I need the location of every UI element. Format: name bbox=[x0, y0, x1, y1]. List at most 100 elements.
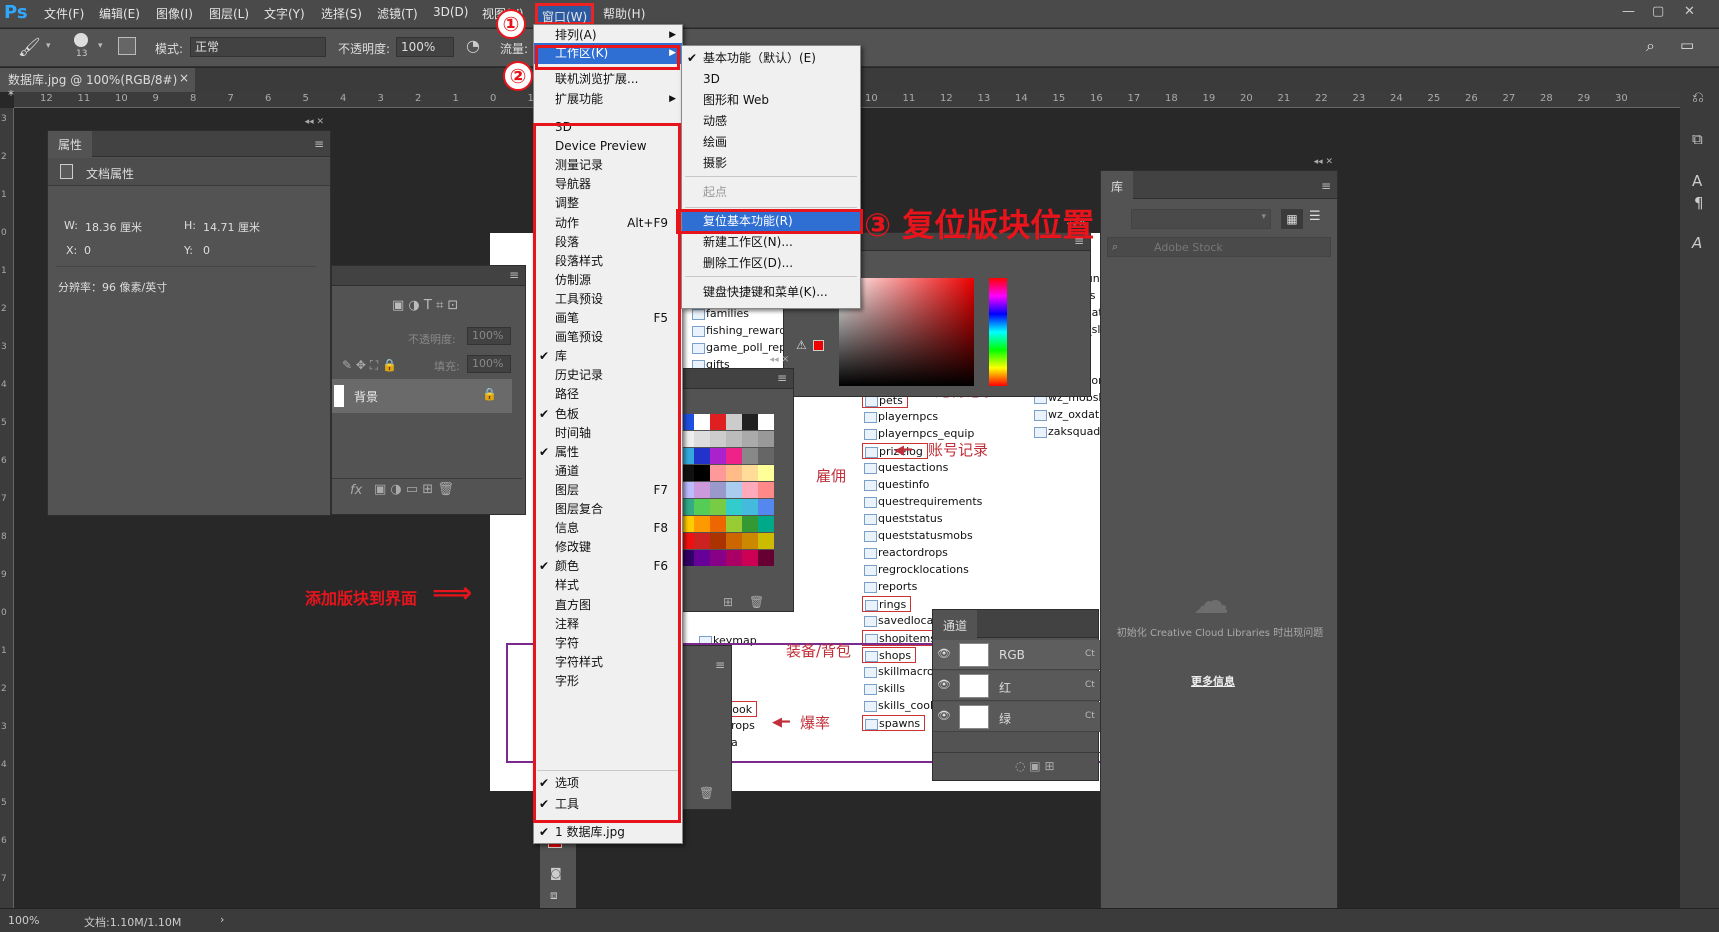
menu-layer[interactable]: 图层(L) bbox=[209, 5, 249, 22]
close-icon[interactable]: ✕ bbox=[1684, 4, 1695, 19]
menu-type[interactable]: 文字(Y) bbox=[264, 5, 305, 22]
swatch[interactable] bbox=[694, 533, 710, 549]
history-icon[interactable]: ⎌ bbox=[1692, 88, 1704, 106]
menu-3d[interactable]: 3D(D) bbox=[433, 5, 468, 19]
swatch[interactable] bbox=[742, 482, 758, 498]
menu-edit[interactable]: 编辑(E) bbox=[99, 5, 140, 22]
lock-icons[interactable]: ✎ ✥ ⛶ 🔒 bbox=[342, 358, 397, 373]
swatch[interactable] bbox=[758, 465, 774, 481]
zoom-level[interactable]: 100% bbox=[8, 914, 39, 927]
swatch[interactable] bbox=[694, 431, 710, 447]
swatch[interactable] bbox=[694, 499, 710, 515]
swatch[interactable] bbox=[742, 448, 758, 464]
menu-item-panel[interactable]: Device Preview bbox=[534, 136, 682, 157]
menu-item-panel[interactable]: 时间轴 bbox=[534, 423, 682, 444]
channel-row[interactable]: 👁 绿 Ct bbox=[933, 702, 1100, 732]
status-menu-arrow[interactable]: › bbox=[220, 913, 224, 926]
swatch[interactable] bbox=[726, 499, 742, 515]
document-tab[interactable]: 数据库.jpg @ 100%(RGB/8#) * × bbox=[0, 68, 195, 102]
menu-item-panel[interactable]: 测量记录 bbox=[534, 155, 682, 176]
minimize-icon[interactable]: — bbox=[1622, 4, 1635, 19]
swatch[interactable] bbox=[742, 550, 758, 566]
swatch[interactable] bbox=[726, 482, 742, 498]
menu-help[interactable]: 帮助(H) bbox=[603, 5, 645, 22]
menu-item-panel[interactable]: ✔ 颜色 F6 bbox=[534, 556, 682, 577]
menu-item-panel[interactable]: 仿制源 bbox=[534, 270, 682, 291]
color-chip[interactable] bbox=[813, 340, 824, 351]
swatch[interactable] bbox=[726, 516, 742, 532]
swatch[interactable] bbox=[758, 431, 774, 447]
menu-item-workspace[interactable]: 3D bbox=[682, 69, 860, 90]
delete-icon[interactable]: 🗑 bbox=[749, 595, 764, 609]
swatch[interactable] bbox=[758, 448, 774, 464]
swatch[interactable] bbox=[726, 533, 742, 549]
menu-item-delete-workspace[interactable]: 删除工作区(D)... bbox=[682, 253, 860, 274]
menu-item-bottom[interactable]: ✔ 工具 bbox=[534, 794, 682, 815]
fx-icon[interactable]: fx bbox=[350, 483, 362, 498]
menu-item-panel[interactable]: 注释 bbox=[534, 614, 682, 635]
hue-slider[interactable] bbox=[989, 278, 1007, 386]
brush-panel-toggle-icon[interactable] bbox=[118, 37, 136, 55]
menu-item-panel[interactable]: 动作 Alt+F9 bbox=[534, 213, 682, 234]
layer-fill-input[interactable]: 100% bbox=[467, 355, 511, 373]
menu-item-panel[interactable]: 样式 bbox=[534, 575, 682, 596]
menu-filter[interactable]: 滤镜(T) bbox=[377, 5, 418, 22]
width-value[interactable]: 18.36 厘米 bbox=[85, 219, 142, 235]
menu-item-reset-workspace[interactable]: 复位基本功能(R) bbox=[682, 211, 860, 232]
menu-item-workspace[interactable]: 摄影 bbox=[682, 153, 860, 174]
menu-item-panel[interactable]: 段落 bbox=[534, 232, 682, 253]
character-icon[interactable]: A bbox=[1692, 172, 1702, 190]
library-select[interactable]: ▾ bbox=[1131, 209, 1271, 229]
collapse-close-icon[interactable]: ◂◂ ✕ bbox=[1314, 157, 1333, 167]
mode-select[interactable]: 正常 bbox=[190, 37, 326, 57]
swatch[interactable] bbox=[726, 414, 742, 430]
menu-item-bottom[interactable]: ✔ 选项 bbox=[534, 773, 682, 794]
opacity-input[interactable]: 100% bbox=[396, 37, 454, 57]
swatch[interactable] bbox=[758, 533, 774, 549]
menu-item-workspace[interactable]: 动感 bbox=[682, 111, 860, 132]
swatch[interactable] bbox=[710, 550, 726, 566]
search-icon[interactable]: ⌕ bbox=[1646, 36, 1655, 56]
swatch[interactable] bbox=[694, 516, 710, 532]
channel-row[interactable]: 👁 RGB Ct bbox=[933, 640, 1100, 670]
menu-file[interactable]: 文件(F) bbox=[44, 5, 84, 22]
properties-tab[interactable]: 属性 bbox=[48, 131, 93, 157]
menu-item-panel[interactable]: 字形 bbox=[534, 671, 682, 692]
menu-item-keyboard-shortcuts[interactable]: 键盘快捷键和菜单(K)... bbox=[682, 282, 860, 303]
pressure-opacity-icon[interactable]: ◔ bbox=[466, 36, 480, 55]
grid-view-icon[interactable]: ▦ bbox=[1281, 209, 1303, 229]
menu-image[interactable]: 图像(I) bbox=[156, 5, 193, 22]
menu-select[interactable]: 选择(S) bbox=[321, 5, 362, 22]
swatch[interactable] bbox=[742, 414, 758, 430]
glyphs-icon[interactable]: A bbox=[1692, 234, 1702, 252]
menu-item-top[interactable]: 联机浏览扩展... bbox=[534, 69, 682, 90]
swatch[interactable] bbox=[742, 431, 758, 447]
panel-menu-icon[interactable]: ≡ bbox=[1321, 179, 1331, 193]
swatch[interactable] bbox=[710, 465, 726, 481]
menu-item-panel[interactable]: 图层 F7 bbox=[534, 480, 682, 501]
height-value[interactable]: 14.71 厘米 bbox=[203, 219, 260, 235]
menu-item-panel[interactable]: 字符样式 bbox=[534, 652, 682, 673]
menu-item-panel[interactable]: 3D bbox=[534, 117, 682, 138]
layer-row-background[interactable]: 背景 🔒 bbox=[332, 379, 512, 413]
menu-item-panel[interactable]: 路径 bbox=[534, 384, 682, 405]
chevron-down-icon[interactable]: ▾ bbox=[46, 41, 51, 51]
swatch[interactable] bbox=[726, 465, 742, 481]
collapse-close-icon[interactable]: ◂◂ ✕ bbox=[770, 355, 789, 365]
menu-item-panel[interactable]: ✔ 库 bbox=[534, 346, 682, 367]
library-search[interactable]: ⌕ Adobe Stock bbox=[1107, 237, 1331, 257]
menu-item-panel[interactable]: 历史记录 bbox=[534, 365, 682, 386]
swatch[interactable] bbox=[742, 499, 758, 515]
swatch[interactable] bbox=[758, 414, 774, 430]
swatch[interactable] bbox=[758, 499, 774, 515]
y-value[interactable]: 0 bbox=[203, 244, 210, 257]
swatch[interactable] bbox=[758, 550, 774, 566]
menu-item-workspace[interactable]: ✔ 基本功能（默认）(E) bbox=[682, 48, 860, 69]
paragraph-icon[interactable]: ¶ bbox=[1694, 194, 1704, 212]
eye-icon[interactable]: 👁 bbox=[937, 647, 951, 660]
menu-item-panel[interactable]: 直方图 bbox=[534, 595, 682, 616]
menu-item-panel[interactable]: 图层复合 bbox=[534, 499, 682, 520]
swatch[interactable] bbox=[694, 550, 710, 566]
swatch[interactable] bbox=[742, 465, 758, 481]
menu-item-panel[interactable]: 调整 bbox=[534, 193, 682, 214]
